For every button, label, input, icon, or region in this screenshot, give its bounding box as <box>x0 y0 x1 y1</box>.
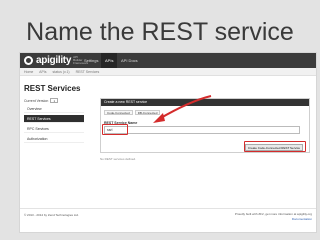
breadcrumb: Home APIs status (v.1) REST Services <box>20 68 316 76</box>
service-name-input[interactable]: ssrl <box>104 126 300 134</box>
version-select[interactable]: 1 <box>50 98 59 103</box>
brand-logo[interactable]: apigility API Builder Framework <box>24 55 88 66</box>
empty-message: No REST services defined. <box>100 157 136 161</box>
breadcrumb-home[interactable]: Home <box>24 70 33 74</box>
button-highlight <box>244 141 306 152</box>
sidebar-item-overview[interactable]: Overview <box>24 105 84 113</box>
nav-api-docs[interactable]: API Docs <box>117 53 142 68</box>
logo-icon <box>24 56 33 65</box>
top-navbar: apigility API Builder Framework Settings… <box>20 53 316 68</box>
arrow-icon <box>153 95 212 123</box>
current-version-label: Current Version <box>24 98 49 103</box>
tab-code-connected[interactable]: Code-Connected <box>104 110 133 115</box>
page-title: REST Services <box>24 84 81 93</box>
breadcrumb-current: REST Services <box>75 70 100 74</box>
brand-name: apigility <box>36 55 72 66</box>
sidebar: Overview REST Services RPC Services Auth… <box>24 105 84 145</box>
sidebar-item-rpc-services[interactable]: RPC Services <box>24 125 84 133</box>
sidebar-item-authorization[interactable]: Authorization <box>24 135 84 143</box>
nav-apis[interactable]: APIs <box>101 53 118 68</box>
sidebar-item-rest-services[interactable]: REST Services <box>24 115 84 123</box>
footer-copyright: © 2013 - 2014 by Zend Technologies Ltd. <box>24 213 79 217</box>
current-version: Current Version 1 <box>24 98 59 103</box>
nav-settings[interactable]: Settings <box>80 53 102 68</box>
app-screenshot: apigility API Builder Framework Settings… <box>19 52 317 233</box>
breadcrumb-api[interactable]: status (v.1) <box>53 70 70 74</box>
footer-info: Proudly built with ZF2, get more informa… <box>235 212 312 222</box>
documentation-link[interactable]: Documentation <box>235 217 312 222</box>
footer: © 2013 - 2014 by Zend Technologies Ltd. … <box>20 208 316 232</box>
slide-title: Name the REST service <box>26 18 294 46</box>
breadcrumb-apis[interactable]: APIs <box>39 70 46 74</box>
input-highlight <box>102 124 128 135</box>
